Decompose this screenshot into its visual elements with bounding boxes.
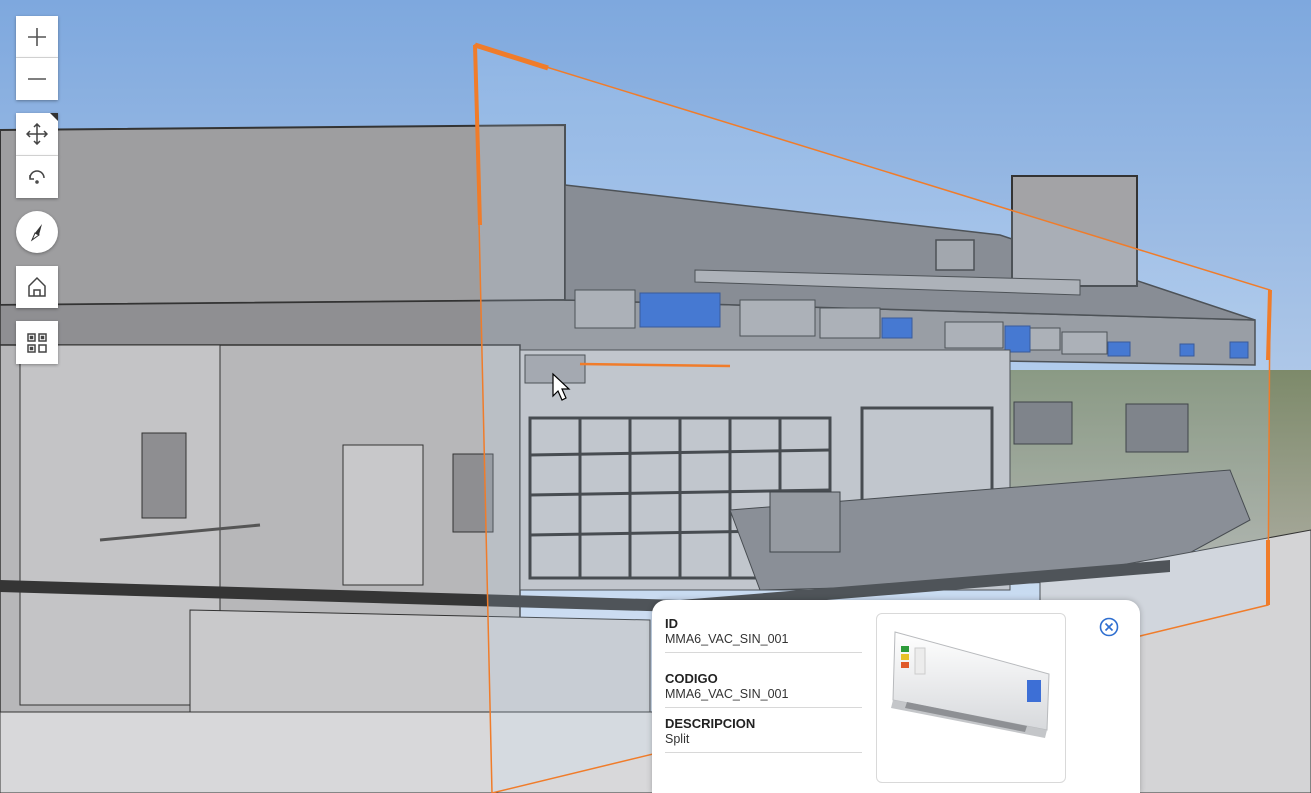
close-button[interactable] bbox=[1099, 617, 1119, 637]
field-value: MMA6_VAC_SIN_001 bbox=[665, 687, 789, 701]
air-conditioner-image bbox=[891, 631, 1050, 738]
move-arrows-icon bbox=[26, 123, 48, 145]
zoom-out-button[interactable] bbox=[16, 58, 58, 100]
field-value: MMA6_VAC_SIN_001 bbox=[665, 632, 789, 646]
field-label: CODIGO bbox=[665, 671, 718, 686]
feature-image[interactable] bbox=[876, 613, 1066, 783]
compass-button[interactable] bbox=[16, 211, 58, 253]
divider bbox=[665, 652, 862, 653]
field-codigo: CODIGO MMA6_VAC_SIN_001 bbox=[665, 671, 862, 708]
feature-popup: ID MMA6_VAC_SIN_001 CODIGO MMA6_VAC_SIN_… bbox=[652, 600, 1140, 793]
minus-icon bbox=[28, 78, 46, 80]
divider bbox=[665, 707, 862, 708]
toggle-view-button[interactable] bbox=[16, 321, 58, 364]
field-label: ID bbox=[665, 616, 678, 631]
compass-needle-icon bbox=[30, 224, 42, 242]
rotate-button[interactable] bbox=[16, 156, 58, 198]
field-value: Split bbox=[665, 732, 690, 746]
grid-squares-icon bbox=[27, 332, 47, 353]
home-icon bbox=[28, 276, 46, 297]
corner-indicator-icon bbox=[50, 113, 58, 121]
field-descripcion: DESCRIPCION Split bbox=[665, 716, 862, 753]
plus-icon bbox=[28, 27, 46, 46]
zoom-in-button[interactable] bbox=[16, 16, 58, 58]
home-button[interactable] bbox=[16, 266, 58, 308]
rotate-icon bbox=[29, 170, 45, 184]
field-id: ID MMA6_VAC_SIN_001 bbox=[665, 616, 862, 653]
divider bbox=[665, 752, 862, 753]
close-circle-icon bbox=[1099, 617, 1119, 637]
pan-button[interactable] bbox=[16, 113, 58, 156]
field-label: DESCRIPCION bbox=[665, 716, 756, 731]
